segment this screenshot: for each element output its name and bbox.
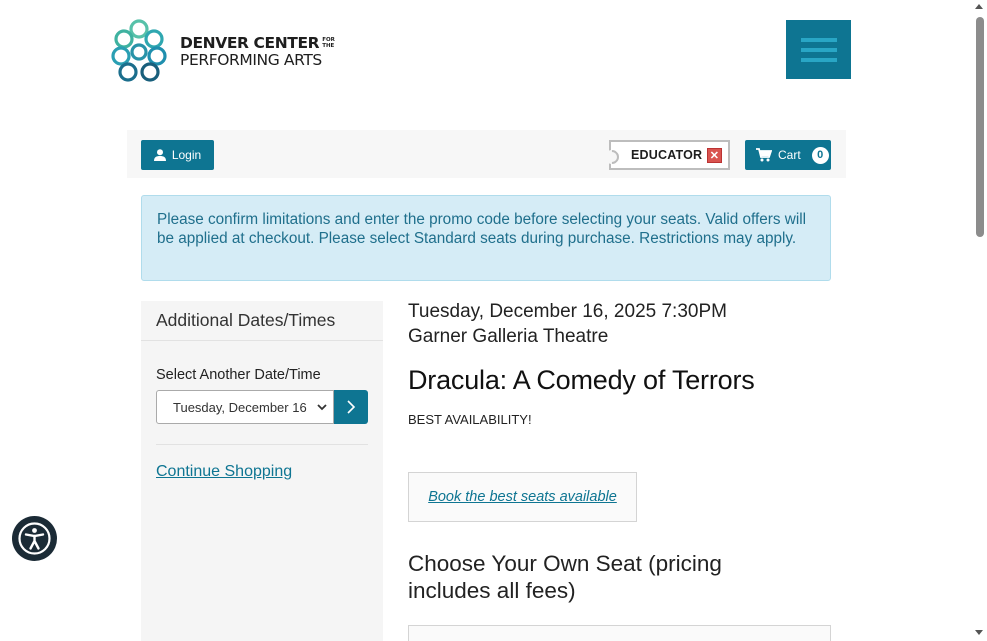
go-to-date-button[interactable] (334, 390, 368, 424)
logo-mark-icon (111, 19, 167, 82)
user-icon (153, 149, 166, 161)
accessibility-icon (18, 522, 51, 555)
event-title: Dracula: A Comedy of Terrors (408, 365, 755, 395)
continue-shopping-link[interactable]: Continue Shopping (156, 463, 292, 481)
cart-count-badge: 0 (811, 146, 829, 164)
chevron-down-icon (317, 404, 327, 411)
promo-code-badge: EDUCATOR ✕ (609, 140, 730, 170)
logo-title-line2: PERFORMING ARTS (180, 50, 322, 69)
scroll-down-arrow-icon[interactable] (975, 630, 983, 635)
main-menu-button[interactable] (786, 20, 851, 79)
logo-the: THE (322, 42, 335, 49)
best-seats-box: Book the best seats available (408, 472, 637, 522)
site-logo[interactable]: DENVER CENTER FOR THE PERFORMING ARTS (110, 18, 350, 86)
book-best-seats-link[interactable]: Book the best seats available (428, 489, 617, 505)
account-bar (127, 130, 846, 178)
event-datetime: Tuesday, December 16, 2025 7:30PM (408, 301, 727, 322)
divider (156, 444, 368, 445)
remove-promo-button[interactable]: ✕ (707, 148, 722, 163)
additional-dates-panel: Additional Dates/Times Select Another Da… (141, 301, 383, 641)
event-venue: Garner Galleria Theatre (408, 326, 609, 347)
login-button[interactable]: Login (141, 140, 214, 170)
seat-map-container (408, 625, 831, 641)
best-availability-label: BEST AVAILABILITY! (408, 412, 532, 427)
selected-date-value: Tuesday, December 16, 2025 7:30PM (173, 399, 307, 415)
promo-info-alert: Please confirm limitations and enter the… (141, 195, 831, 281)
cart-icon (756, 148, 772, 162)
panel-title: Additional Dates/Times (141, 301, 383, 341)
page-scrollbar[interactable] (972, 0, 987, 641)
promo-code-text: EDUCATOR (631, 148, 703, 162)
chevron-right-icon (347, 400, 356, 414)
cart-button[interactable]: Cart 0 (745, 140, 831, 170)
accessibility-button[interactable] (12, 516, 57, 561)
scroll-up-arrow-icon[interactable] (975, 4, 983, 9)
hamburger-icon-bar (800, 47, 837, 52)
date-select-label: Select Another Date/Time (156, 367, 321, 383)
hamburger-icon (800, 37, 837, 42)
hamburger-icon-bar (800, 57, 837, 62)
date-time-select[interactable]: Tuesday, December 16, 2025 7:30PM (156, 390, 334, 424)
login-label: Login (171, 148, 202, 162)
logo-title-line1: DENVER CENTER (180, 34, 320, 52)
choose-seat-heading: Choose Your Own Seat (pricing includes a… (408, 551, 722, 603)
cart-label: Cart (778, 148, 801, 162)
scroll-thumb[interactable] (976, 17, 984, 237)
